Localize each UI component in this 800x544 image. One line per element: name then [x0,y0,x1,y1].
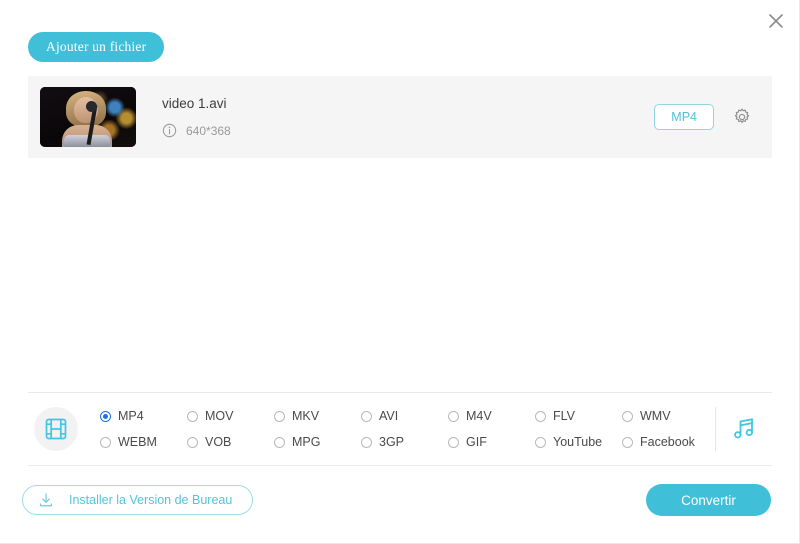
add-file-button[interactable]: Ajouter un fichier [28,32,165,62]
radio-dot [274,410,285,422]
format-option-label: YouTube [553,435,603,449]
format-option-label: 3GP [379,435,405,449]
film-strip-icon [45,418,67,440]
format-options: MP4 MOV MKV AVI M4V FLV WMV WEBM VOB MPG… [100,403,709,455]
radio-dot [448,436,459,448]
format-option-wmv[interactable]: WMV [622,409,709,423]
radio-dot [100,436,111,448]
divider-bottom [28,465,772,466]
converter-window: Ajouter un fichier video 1.avi 640*368 M… [0,0,800,544]
format-option-avi[interactable]: AVI [361,409,448,423]
format-option-flv[interactable]: FLV [535,409,622,423]
format-picker: MP4 MOV MKV AVI M4V FLV WMV WEBM VOB MPG… [28,393,772,465]
format-option-mpg[interactable]: MPG [274,435,361,449]
info-icon[interactable] [162,123,177,138]
file-resolution: 640*368 [186,123,231,138]
radio-dot [100,410,111,422]
format-option-3gp[interactable]: 3GP [361,435,448,449]
format-option-label: VOB [205,435,232,449]
file-list-item[interactable]: video 1.avi 640*368 MP4 [28,76,772,158]
close-button[interactable] [761,6,791,36]
install-button-label: Installer la Version de Bureau [69,493,233,507]
format-option-vob[interactable]: VOB [187,435,274,449]
format-option-label: MP4 [118,409,144,423]
file-list: video 1.avi 640*368 MP4 [28,76,772,158]
format-option-webm[interactable]: WEBM [100,435,187,449]
format-option-label: MKV [292,409,320,423]
output-format-button[interactable]: MP4 [654,103,714,131]
radio-dot [361,410,372,422]
music-note-icon [734,418,753,439]
download-icon [40,493,52,507]
radio-dot [187,410,198,422]
format-option-label: GIF [466,435,487,449]
radio-dot [622,436,633,448]
close-icon [769,14,783,28]
radio-dot [361,436,372,448]
format-option-label: AVI [379,409,399,423]
video-thumbnail [40,87,136,147]
format-option-gif[interactable]: GIF [448,435,535,449]
settings-button[interactable] [730,105,754,129]
radio-dot [535,410,546,422]
format-option-facebook[interactable]: Facebook [622,435,709,449]
video-format-tab[interactable] [34,407,78,451]
radio-dot [535,436,546,448]
radio-dot [622,410,633,422]
install-desktop-version-button[interactable]: Installer la Version de Bureau [22,485,254,515]
format-option-mov[interactable]: MOV [187,409,274,423]
format-option-mp4[interactable]: MP4 [100,409,187,423]
format-option-label: MPG [292,435,321,449]
audio-format-tab[interactable] [716,415,772,443]
format-option-label: MOV [205,409,234,423]
format-option-label: FLV [553,409,575,423]
format-option-label: WEBM [118,435,157,449]
file-name: video 1.avi [162,95,227,111]
format-option-label: Facebook [640,435,695,449]
convert-button[interactable]: Convertir [646,484,771,516]
format-option-label: M4V [466,409,492,423]
format-option-youtube[interactable]: YouTube [535,435,622,449]
file-meta: video 1.avi 640*368 [162,96,654,138]
format-option-label: WMV [640,409,671,423]
radio-dot [187,436,198,448]
format-option-m4v[interactable]: M4V [448,409,535,423]
radio-dot [274,436,285,448]
gear-icon [734,108,750,123]
format-option-mkv[interactable]: MKV [274,409,361,423]
radio-dot [448,410,459,422]
